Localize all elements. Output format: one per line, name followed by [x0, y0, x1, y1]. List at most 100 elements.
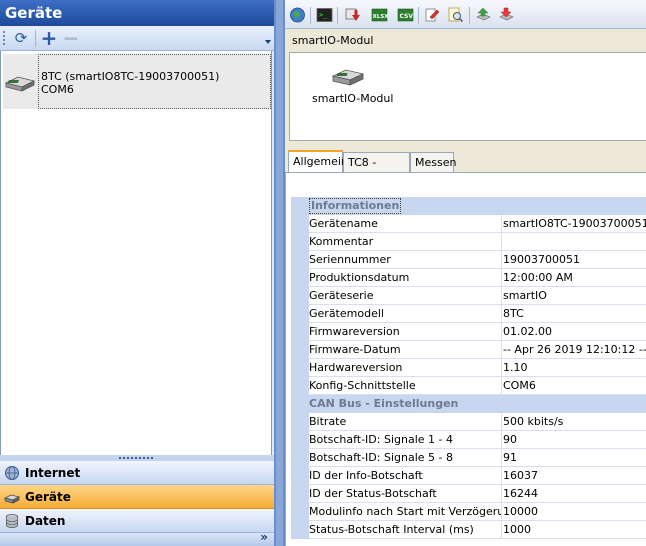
property-value[interactable]: 1000	[502, 521, 646, 539]
device-port: COM6	[41, 83, 74, 96]
add-icon[interactable]: +	[40, 28, 58, 48]
erase-icon[interactable]	[423, 7, 440, 23]
remove-icon[interactable]: −	[62, 28, 80, 48]
property-row[interactable]: Hardwareversion 1.10	[291, 359, 646, 377]
device-icon	[4, 494, 20, 504]
property-name: Produktionsdatum	[309, 269, 502, 287]
nav-item-geraete[interactable]: Geräte	[0, 485, 274, 509]
property-value[interactable]: 19003700051	[502, 251, 646, 269]
property-name: Modulinfo nach Start mit Verzögerung s	[309, 503, 502, 521]
property-name: Kommentar	[309, 233, 502, 251]
device-list: 8TC (smartIO8TC-19003700051) COM6	[0, 51, 272, 455]
device-module-icon	[4, 76, 36, 92]
import-icon[interactable]	[498, 7, 515, 23]
property-name: Hardwareversion	[309, 359, 502, 377]
property-name: Firmware-Datum	[309, 341, 502, 359]
property-row[interactable]: Seriennummer 19003700051	[291, 251, 646, 269]
tab-allgemein[interactable]: Allgemein	[288, 150, 348, 172]
property-value[interactable]: 10000	[502, 503, 646, 521]
devices-toolbar: ⟳ + −	[0, 26, 274, 51]
property-row[interactable]: Produktionsdatum 12:00:00 AM	[291, 269, 646, 287]
terminal-icon[interactable]: >_	[316, 7, 333, 23]
toolbar-overflow-icon[interactable]	[265, 40, 271, 44]
nav-label: Daten	[25, 514, 66, 528]
property-row[interactable]: ID der Info-Botschaft 16037	[291, 467, 646, 485]
property-row[interactable]: Gerätename smartIO8TC-19003700051	[291, 215, 646, 233]
property-row[interactable]: Geräteserie smartIO	[291, 287, 646, 305]
property-row[interactable]: Kommentar	[291, 233, 646, 251]
property-value[interactable]: 90	[502, 431, 646, 449]
property-grid-area: Informationen Gerätename smartIO8TC-19003…	[285, 173, 646, 546]
property-row[interactable]: Botschaft-ID: Signale 5 - 8 91	[291, 449, 646, 467]
refresh-icon[interactable]: ⟳	[12, 29, 30, 47]
property-value[interactable]: 16037	[502, 467, 646, 485]
xlsx-icon[interactable]: XLSX	[371, 7, 388, 23]
module-group-label: smartIO-Modul	[292, 34, 374, 47]
search-doc-icon[interactable]	[447, 7, 464, 23]
property-grid: Informationen Gerätename smartIO8TC-19003…	[291, 197, 646, 539]
device-details-panel: >_ XLSX CSV smartIO-Modul smartIO-Modul …	[285, 0, 646, 546]
property-row[interactable]: Bitrate 500 kbits/s	[291, 413, 646, 431]
property-row[interactable]: Konfig-Schnittstelle COM6	[291, 377, 646, 395]
property-name: Bitrate	[309, 413, 502, 431]
details-toolbar: >_ XLSX CSV	[285, 0, 646, 29]
globe-icon[interactable]	[289, 7, 306, 23]
property-value[interactable]: COM6	[502, 377, 646, 395]
property-name: Botschaft-ID: Signale 5 - 8	[309, 449, 502, 467]
svg-text:XLSX: XLSX	[373, 14, 389, 20]
category-label: CAN Bus - Einstellungen	[309, 397, 459, 410]
database-icon	[6, 514, 18, 528]
property-value[interactable]: 8TC	[502, 305, 646, 323]
property-row[interactable]: ID der Status-Botschaft 16244	[291, 485, 646, 503]
property-name: Konfig-Schnittstelle	[309, 377, 502, 395]
module-name: smartIO-Modul	[312, 92, 394, 105]
property-value[interactable]: smartIO	[502, 287, 646, 305]
property-name: Firmwareversion	[309, 323, 502, 341]
globe-icon	[5, 466, 19, 480]
device-name: 8TC (smartIO8TC-19003700051)	[41, 70, 220, 83]
panel-divider-inner	[276, 0, 283, 546]
property-value[interactable]: 500 kbits/s	[502, 413, 646, 431]
chevron-more-icon[interactable]: »	[260, 530, 268, 544]
svg-text:>_: >_	[319, 11, 328, 19]
toolbar-separator	[418, 7, 419, 24]
svg-text:CSV: CSV	[400, 13, 414, 20]
property-value[interactable]	[502, 233, 646, 251]
device-list-item[interactable]: 8TC (smartIO8TC-19003700051) COM6	[3, 54, 271, 109]
property-row[interactable]: Firmwareversion 01.02.00	[291, 323, 646, 341]
toolbar-separator	[469, 7, 470, 24]
splitter-grip	[119, 457, 155, 459]
property-name: ID der Info-Botschaft	[309, 467, 502, 485]
device-module-icon[interactable]	[331, 61, 365, 87]
property-value[interactable]: 16244	[502, 485, 646, 503]
tab-tc8-modul[interactable]: TC8 - Modul	[343, 152, 410, 188]
toolbar-separator	[310, 7, 311, 24]
download-icon[interactable]	[344, 7, 361, 23]
tab-messen[interactable]: Messen	[410, 152, 456, 172]
property-row[interactable]: Gerätemodell 8TC	[291, 305, 646, 323]
csv-icon[interactable]: CSV	[397, 7, 414, 23]
nav-item-daten[interactable]: Daten	[0, 509, 274, 533]
nav-item-internet[interactable]: Internet	[0, 461, 274, 485]
toolbar-separator	[35, 30, 36, 47]
nav-label: Internet	[25, 466, 81, 480]
panel-title: Geräte	[0, 0, 274, 26]
property-row[interactable]: Firmware-Datum -- Apr 26 2019 12:10:12 --	[291, 341, 646, 359]
property-value[interactable]: smartIO8TC-19003700051	[502, 215, 646, 233]
property-value[interactable]: 12:00:00 AM	[502, 269, 646, 287]
category-informationen[interactable]: Informationen	[291, 197, 646, 215]
property-value[interactable]: 01.02.00	[502, 323, 646, 341]
property-row[interactable]: Modulinfo nach Start mit Verzögerung s10…	[291, 503, 646, 521]
toolbar-grip[interactable]	[3, 31, 5, 46]
property-name: Seriennummer	[309, 251, 502, 269]
property-row[interactable]: Status-Botschaft Interval (ms) 1000	[291, 521, 646, 539]
property-name: Gerätename	[309, 215, 502, 233]
property-value[interactable]: -- Apr 26 2019 12:10:12 --	[502, 341, 646, 359]
property-name: Gerätemodell	[309, 305, 502, 323]
property-row[interactable]: Botschaft-ID: Signale 1 - 4 90	[291, 431, 646, 449]
devices-panel: Geräte ⟳ + − 8TC (smartIO8TC-19003700051…	[0, 0, 274, 546]
property-value[interactable]: 91	[502, 449, 646, 467]
property-value[interactable]: 1.10	[502, 359, 646, 377]
upload-icon[interactable]	[475, 7, 492, 23]
category-can-bus[interactable]: CAN Bus - Einstellungen	[291, 395, 646, 413]
